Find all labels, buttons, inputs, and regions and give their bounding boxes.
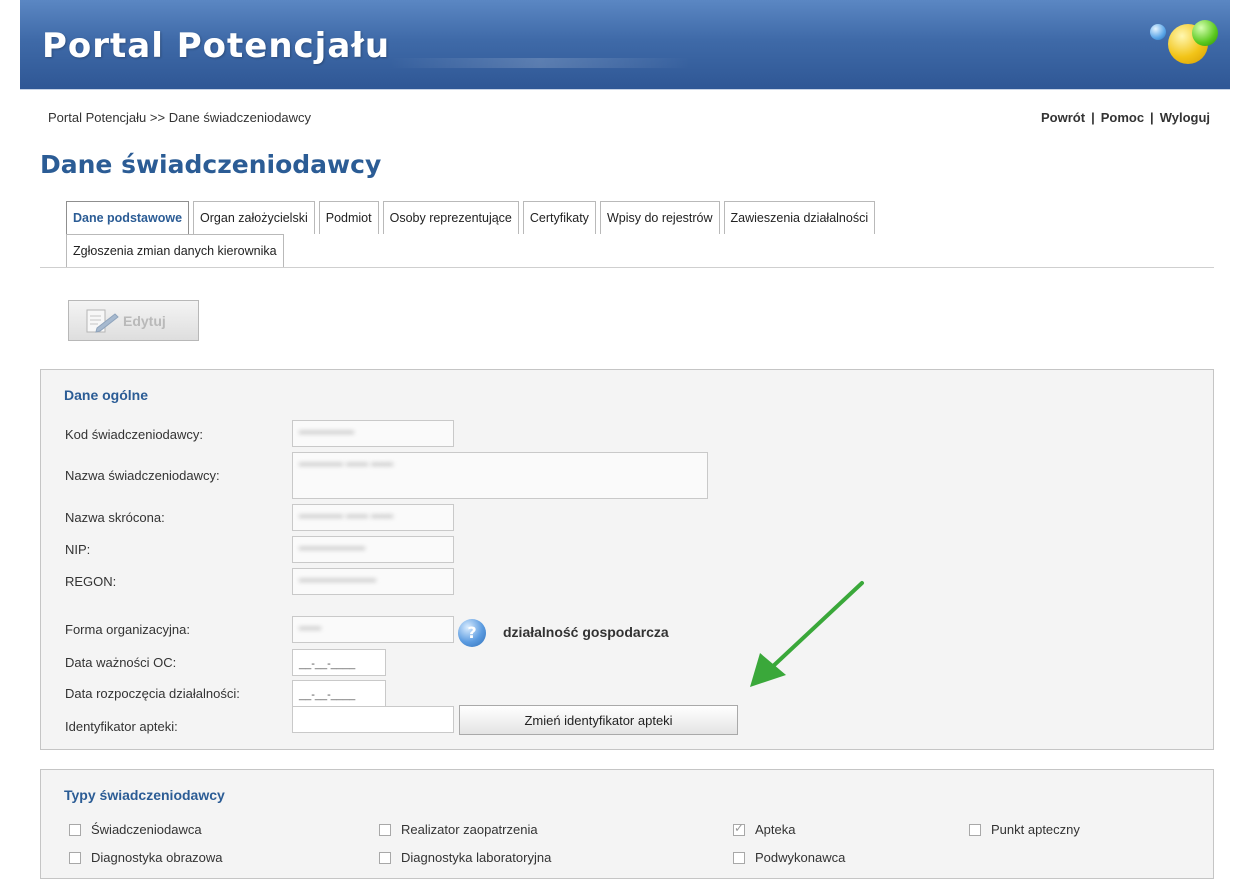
nazwa-label: Nazwa świadczeniodawcy: [65,468,220,483]
checkbox[interactable] [69,823,81,836]
nazwa-skrocona-input[interactable]: ▬▬▬▬ ▬▬ ▬▬ [292,504,454,531]
app-header: Portal Potencjału [20,0,1230,90]
top-links: Powrót | Pomoc | Wyloguj [1041,110,1210,125]
checkbox-label: Punkt apteczny [991,822,1080,837]
checkbox-label: Diagnostyka laboratoryjna [401,850,552,865]
data-oc-label: Data ważności OC: [65,655,177,670]
header-decoration [390,58,690,68]
redacted-value: ▬▬▬▬▬ [299,425,354,437]
tab-row: Dane podstawowe Organ założycielski Podm… [66,201,1214,234]
type-checkbox-item[interactable]: Diagnostyka laboratoryjna [379,850,551,865]
app-title: Portal Potencjału [42,26,391,66]
logout-link[interactable]: Wyloguj [1160,110,1210,125]
redacted-value: ▬▬▬▬▬▬▬ [299,573,376,585]
edit-button[interactable]: Edytuj [68,300,199,341]
data-rozpoczecia-input[interactable]: __-__-____ [292,680,386,707]
data-oc-input[interactable]: __-__-____ [292,649,386,676]
tab-podmiot[interactable]: Podmiot [318,201,379,234]
identyfikator-input[interactable] [292,706,454,733]
edit-icon [86,309,119,333]
provider-types-title: Typy świadczeniodawcy [64,787,225,803]
forma-description: działalność gospodarcza [503,624,669,640]
tab-zgloszenia-zmian[interactable]: Zgłoszenia zmian danych kierownika [66,234,284,268]
forma-label: Forma organizacyjna: [65,622,190,637]
checkbox-label: Świadczeniodawca [91,822,202,837]
type-checkbox-item[interactable]: Diagnostyka obrazowa [69,850,223,865]
checkbox-checked[interactable] [733,821,745,836]
type-checkbox-item[interactable]: Apteka [733,821,796,837]
separator: | [1150,110,1154,125]
type-checkbox-item[interactable]: Podwykonawca [733,850,845,865]
checkbox[interactable] [379,823,391,836]
tab-organ-zalozycielski[interactable]: Organ założycielski [193,201,315,234]
page-title: Dane świadczeniodawcy [40,150,382,179]
change-identifier-button[interactable]: Zmień identyfikator apteki [459,705,738,735]
help-icon[interactable]: ? [458,619,486,647]
edit-button-label: Edytuj [123,312,166,329]
type-checkbox-item[interactable]: Punkt apteczny [969,822,1080,837]
checkbox-label: Apteka [755,822,796,837]
tab-row: Zgłoszenia zmian danych kierownika [66,234,1214,268]
kod-label: Kod świadczeniodawcy: [65,427,204,442]
provider-types-panel: Typy świadczeniodawcy Świadczeniodawca R… [40,769,1214,879]
tab-wpisy-do-rejestrow[interactable]: Wpisy do rejestrów [599,201,720,234]
redacted-value: ▬▬ [299,621,321,633]
help-link[interactable]: Pomoc [1101,110,1144,125]
regon-input[interactable]: ▬▬▬▬▬▬▬ [292,568,454,595]
checkbox-label: Realizator zaopatrzenia [401,822,538,837]
breadcrumb[interactable]: Portal Potencjału >> Dane świadczeniodaw… [48,110,311,125]
checkbox[interactable] [379,851,391,864]
redacted-value: ▬▬▬▬▬▬ [299,541,365,553]
checkbox[interactable] [733,851,745,864]
separator: | [1091,110,1095,125]
kod-input[interactable]: ▬▬▬▬▬ [292,420,454,447]
checkbox[interactable] [69,851,81,864]
tab-divider [40,267,1214,268]
checkbox[interactable] [969,823,981,836]
tab-zawieszenia-dzialalnosci[interactable]: Zawieszenia działalności [723,201,876,234]
general-data-title: Dane ogólne [64,387,149,403]
annotation-arrow-icon [750,581,864,687]
back-link[interactable]: Powrót [1041,110,1085,125]
identyfikator-label: Identyfikator apteki: [65,719,178,734]
tab-bar: Dane podstawowe Organ założycielski Podm… [66,201,1214,268]
tab-certyfikaty[interactable]: Certyfikaty [522,201,596,234]
redacted-value: ▬▬▬▬ ▬▬ ▬▬ [299,509,394,521]
tab-dane-podstawowe[interactable]: Dane podstawowe [66,201,190,234]
checkbox-label: Diagnostyka obrazowa [91,850,223,865]
redacted-value: ▬▬▬▬ ▬▬ ▬▬ [299,457,394,469]
nip-label: NIP: [65,542,91,557]
type-checkbox-item[interactable]: Świadczeniodawca [69,822,202,837]
logo-icon [1138,14,1222,74]
logo-green-ball [1192,20,1218,46]
logo-blue-ball [1150,24,1166,40]
regon-label: REGON: [65,574,117,589]
general-data-panel: Dane ogólne Kod świadczeniodawcy: ▬▬▬▬▬ … [40,369,1214,750]
forma-input[interactable]: ▬▬ [292,616,454,643]
checkbox-label: Podwykonawca [755,850,846,865]
type-checkbox-item[interactable]: Realizator zaopatrzenia [379,822,538,837]
data-rozpoczecia-label: Data rozpoczęcia działalności: [65,686,240,701]
nip-input[interactable]: ▬▬▬▬▬▬ [292,536,454,563]
nazwa-skrocona-label: Nazwa skrócona: [65,510,165,525]
nazwa-input[interactable]: ▬▬▬▬ ▬▬ ▬▬ [292,452,708,499]
tab-osoby-reprezentujace[interactable]: Osoby reprezentujące [382,201,519,234]
